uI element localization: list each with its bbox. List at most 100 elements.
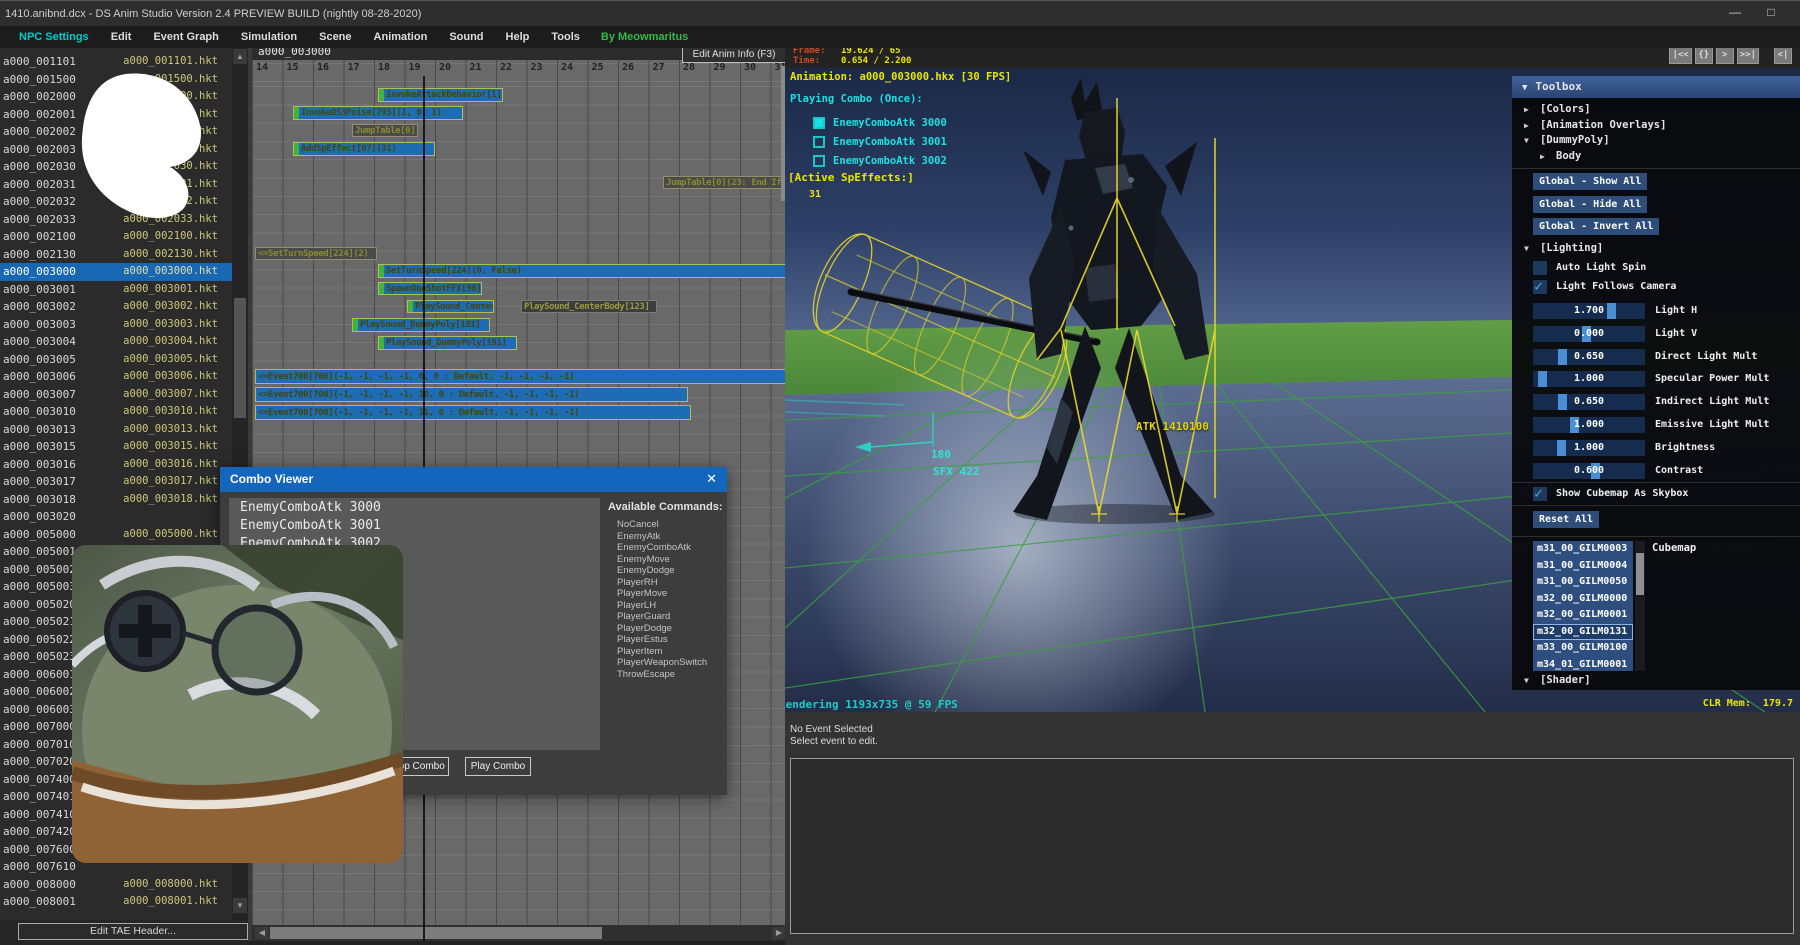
lighting-slider[interactable]: 1.000Brightness (1533, 440, 1793, 456)
cubemap-list[interactable]: m31_00_GILM0003m31_00_GILM0004m31_00_GIL… (1533, 541, 1633, 671)
reset-all-button[interactable]: Reset All (1533, 511, 1599, 528)
menu-npc-settings[interactable]: NPC Settings (8, 31, 100, 43)
cubemap-item[interactable]: m31_00_GILM0003 (1533, 541, 1633, 558)
slider-track[interactable]: 1.000 (1533, 417, 1645, 433)
playback-button[interactable]: >>| (1737, 47, 1759, 64)
shader-section-header[interactable]: ▼[Shader] (1524, 673, 1591, 688)
anim-list-row[interactable]: a000_003017a000_003017.hkt (0, 473, 232, 491)
cubemap-item[interactable]: m34_01_GILM0001 (1533, 657, 1633, 672)
scrollbar-thumb[interactable] (1636, 553, 1644, 595)
dialog-title-bar[interactable]: Combo Viewer ✕ (220, 467, 727, 492)
show-cubemap-row[interactable]: Show Cubemap As Skybox (1533, 486, 1688, 501)
menu-scene[interactable]: Scene (308, 31, 362, 43)
timeline-event[interactable]: PlaySound_CenterBody[123] (521, 300, 657, 313)
combo-check-row[interactable]: EnemyComboAtk 3000 (813, 116, 947, 130)
minimize-button[interactable]: — (1720, 1, 1750, 25)
anim-list-row[interactable]: a000_003013a000_003013.hkt (0, 421, 232, 439)
playback-button[interactable]: > (1716, 47, 1734, 64)
cubemap-item[interactable]: m31_00_GILM0050 (1533, 574, 1633, 591)
timeline-event[interactable]: JumpTable[0](23: End If (663, 176, 789, 189)
anim-list-row[interactable]: a000_003006a000_003006.hkt (0, 368, 232, 386)
playback-button[interactable]: |<< (1669, 47, 1691, 64)
scrollbar-thumb[interactable] (234, 298, 246, 418)
timeline-event[interactable]: PlaySound_DummyPoly[191] (352, 318, 490, 332)
cubemap-item[interactable]: m32_00_GILM0000 (1533, 591, 1633, 608)
combo-list-item[interactable]: EnemyComboAtk 3000 (229, 499, 600, 516)
anim-list-row[interactable]: a000_003001a000_003001.hkt (0, 281, 232, 299)
menu-simulation[interactable]: Simulation (230, 31, 308, 43)
anim-list-row[interactable]: a000_003007a000_003007.hkt (0, 386, 232, 404)
menu-animation[interactable]: Animation (363, 31, 439, 43)
cubemap-item[interactable]: m32_00_GILM0131 (1533, 624, 1633, 641)
inspector-edit-area[interactable] (790, 758, 1794, 934)
timeline-event[interactable]: InvokeDS3Poise[795](1, 0, 1) (293, 106, 463, 120)
auto-light-spin-row[interactable]: Auto Light Spin (1533, 260, 1646, 275)
light-follows-camera-row[interactable]: Light Follows Camera (1533, 279, 1676, 294)
anim-list-row[interactable]: a000_001101a000_001101.hkt (0, 53, 232, 71)
anim-list-row[interactable]: a000_002100a000_002100.hkt (0, 228, 232, 246)
menu-help[interactable]: Help (495, 31, 541, 43)
timeline-event[interactable]: AddSpEffect[67](31) (293, 142, 435, 156)
edit-tae-header-button[interactable]: Edit TAE Header... (18, 923, 248, 940)
anim-list-row[interactable]: a000_003018a000_003018.hkt (0, 491, 232, 509)
timeline-event[interactable]: <=SetTurnSpeed[224](2) (255, 247, 377, 260)
global-dummy-poly-button[interactable]: Global - Hide All (1533, 196, 1647, 213)
slider-track[interactable]: 1.000 (1533, 371, 1645, 387)
combo-checkbox[interactable] (813, 136, 825, 148)
toolbox-tree-item[interactable]: ▼[DummyPoly] (1524, 133, 1610, 148)
anim-list-row[interactable]: a000_003016a000_003016.hkt (0, 456, 232, 474)
timeline-event[interactable]: SetTurnSpeed[224](0, False) (378, 264, 789, 278)
cubemap-item[interactable]: m33_00_GILM0100 (1533, 640, 1633, 657)
combo-check-row[interactable]: EnemyComboAtk 3001 (813, 135, 947, 149)
anim-list-row[interactable]: a000_003005a000_003005.hkt (0, 351, 232, 369)
lighting-slider[interactable]: 0.000Light V (1533, 326, 1793, 342)
scroll-up-icon[interactable]: ▲ (233, 49, 247, 64)
show-cubemap-checkbox[interactable] (1533, 487, 1547, 501)
slider-track[interactable]: 0.000 (1533, 326, 1645, 342)
timeline-event[interactable]: <=Event700[700](-1, -1, -1, -1, 10, 0 : … (255, 387, 688, 402)
toolbox-tree-item[interactable]: ▶[Colors] (1524, 102, 1591, 117)
light-follows-camera-checkbox[interactable] (1533, 280, 1547, 294)
cubemap-item[interactable]: m31_00_GILM0004 (1533, 558, 1633, 575)
combo-checkbox[interactable] (813, 155, 825, 167)
timeline-event[interactable]: JumpTable[0] (352, 124, 418, 137)
anim-list-row[interactable]: a000_003020 (0, 508, 232, 526)
scroll-right-icon[interactable]: ▶ (772, 927, 786, 939)
toolbox-tree-item[interactable]: ▶Body (1540, 149, 1581, 164)
menu-edit[interactable]: Edit (100, 31, 143, 43)
timeline-event[interactable]: PlaySound_DummyPoly[191] (378, 336, 517, 350)
cubemap-scrollbar[interactable] (1635, 541, 1645, 671)
timeline-event[interactable]: <=Event700[700](-1, -1, -1, -1, 11, 0 : … (255, 405, 691, 420)
playback-button[interactable]: <| (1774, 47, 1792, 64)
lighting-slider[interactable]: 1.000Specular Power Mult (1533, 371, 1793, 387)
timeline-event[interactable]: SpawnOneShotFFX[96] (378, 282, 482, 295)
scroll-left-icon[interactable]: ◀ (255, 927, 269, 939)
play-combo-button[interactable]: Play Combo (465, 757, 531, 776)
lighting-slider[interactable]: 0.650Direct Light Mult (1533, 349, 1793, 365)
menu-event-graph[interactable]: Event Graph (142, 31, 229, 43)
lighting-slider[interactable]: 0.600Contrast (1533, 463, 1793, 479)
timeline-event[interactable]: InvokeAttackBehavior[1] (378, 88, 503, 102)
toolbox-tree-item[interactable]: ▶[Animation Overlays] (1524, 118, 1666, 133)
maximize-button[interactable]: □ (1756, 1, 1786, 25)
anim-list-row[interactable]: a000_003000a000_003000.hkt (0, 263, 232, 281)
timeline-event[interactable]: <=Event700[700](-1, -1, -1, -1, 0, 0 : D… (255, 369, 789, 384)
auto-light-spin-checkbox[interactable] (1533, 261, 1547, 275)
combo-list-item[interactable]: EnemyComboAtk 3001 (229, 517, 600, 534)
anim-list-row[interactable]: a000_008001a000_008001.hkt (0, 893, 232, 911)
title-bar[interactable]: 1410.anibnd.dcx - DS Anim Studio Version… (0, 0, 1800, 26)
scrollbar-thumb[interactable] (270, 927, 602, 939)
cubemap-item[interactable]: m32_00_GILM0001 (1533, 607, 1633, 624)
anim-list-row[interactable]: a000_005000a000_005000.hkt (0, 526, 232, 544)
toolbox-header[interactable]: ▼Toolbox (1512, 76, 1800, 98)
slider-track[interactable]: 0.650 (1533, 394, 1645, 410)
slider-track[interactable]: 1.700 (1533, 303, 1645, 319)
anim-list-row[interactable]: a000_003004a000_003004.hkt (0, 333, 232, 351)
anim-list-row[interactable]: a000_008000a000_008000.hkt (0, 876, 232, 894)
menu-sound[interactable]: Sound (438, 31, 494, 43)
playback-button[interactable]: {} (1695, 47, 1713, 64)
slider-track[interactable]: 1.000 (1533, 440, 1645, 456)
global-dummy-poly-button[interactable]: Global - Show All (1533, 173, 1647, 190)
anim-list-row[interactable]: a000_003015a000_003015.hkt (0, 438, 232, 456)
edit-anim-info-button[interactable]: Edit Anim Info (F3) (682, 46, 786, 63)
